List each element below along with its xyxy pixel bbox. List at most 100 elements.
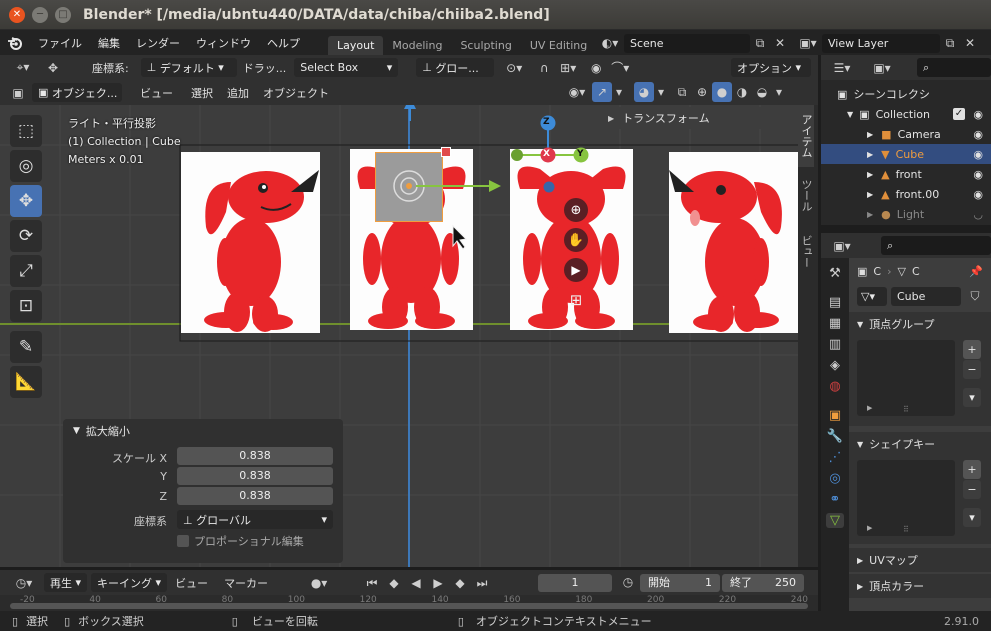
editor-type-icon[interactable]: ▣ (8, 83, 28, 103)
add-vertex-group-button[interactable]: + (963, 340, 981, 359)
snap-grid-icon[interactable]: ⊞▾ (554, 58, 582, 78)
current-frame-field[interactable]: 1 (538, 574, 612, 592)
outliner-item-front[interactable]: ▶ ▲ front ◉ (821, 164, 991, 184)
navigation-gizmo[interactable] (505, 113, 605, 205)
eye-icon[interactable]: ◉ (973, 188, 983, 201)
wireframe-shading-icon[interactable]: ⊕ (692, 82, 712, 102)
move-tool-icon[interactable]: ✥ (40, 58, 66, 78)
view-layer-tab-icon[interactable]: ▥ (829, 337, 841, 352)
world-tab-icon[interactable]: ◍ (829, 379, 840, 394)
tab-tool[interactable]: ツール (798, 167, 814, 223)
outliner-item-cube[interactable]: ▶ ▼ Cube ◉ (821, 144, 991, 164)
uv-maps-header[interactable]: ▶ UVマップ (849, 548, 991, 572)
shape-key-menu-icon[interactable]: ▾ (963, 508, 981, 527)
eye-icon[interactable]: ◉ (973, 108, 983, 121)
eye-icon[interactable]: ◉ (973, 148, 983, 161)
view-layer-copy-icon[interactable]: ⧉ (940, 33, 960, 53)
eye-icon[interactable]: ◉ (973, 168, 983, 181)
properties-search[interactable]: ⌕ (881, 236, 991, 255)
menu-object[interactable]: オブジェクト (263, 85, 329, 101)
proportional-checkbox[interactable] (177, 535, 189, 547)
constraints-tab-icon[interactable]: ⚭ (830, 492, 841, 507)
mesh-name-field[interactable]: Cube (891, 286, 961, 306)
fake-user-icon[interactable]: ⛉ (965, 286, 985, 306)
pan-view-icon[interactable]: ✋ (564, 228, 588, 252)
falloff-icon[interactable]: ⌒▾ (606, 58, 634, 78)
physics-tab-icon[interactable]: ◎ (829, 471, 840, 486)
overlay-toggle-icon[interactable]: ◕ (634, 82, 654, 102)
tab-layout[interactable]: Layout (328, 36, 384, 55)
image-plane-side-right[interactable] (669, 152, 798, 333)
annotate-tool-icon[interactable]: ✎ (10, 331, 42, 363)
eye-icon[interactable]: ◉ (973, 128, 983, 141)
gizmo-dropdown-icon[interactable]: ▾ (612, 82, 626, 102)
transform-gizmo[interactable] (385, 164, 505, 214)
modifier-tab-icon[interactable]: 🔧 (827, 429, 843, 444)
image-plane-side-left[interactable] (181, 152, 320, 333)
zoom-view-icon[interactable]: ⊕ (564, 198, 588, 222)
particles-tab-icon[interactable]: ⋰ (829, 450, 842, 465)
gizmo-toggle-icon[interactable]: ↗ (592, 82, 612, 102)
xray-icon[interactable]: ⧉ (672, 82, 692, 102)
next-keyframe-icon[interactable]: ◆ (450, 573, 470, 593)
tab-item[interactable]: アイテム (798, 105, 814, 167)
tab-sculpting[interactable]: Sculpting (451, 36, 520, 55)
select-tool-icon[interactable]: ⬚ (10, 115, 42, 147)
rotate-tool-icon[interactable]: ⟳ (10, 220, 42, 252)
scale-z-field[interactable]: 0.838 (177, 487, 333, 505)
scene-collection-row[interactable]: ▣ シーンコレクシ (821, 84, 991, 104)
autokey-icon[interactable]: ●▾ (304, 573, 334, 593)
jump-start-icon[interactable]: ⏮ (362, 573, 382, 593)
view-layer-field[interactable]: View Layer (822, 33, 940, 53)
timeline-area[interactable]: -20 40 60 80 100 120 140 160 180 200 220 240 (0, 595, 818, 611)
prev-keyframe-icon[interactable]: ◆ (384, 573, 404, 593)
scale-box-handle[interactable] (441, 147, 451, 157)
scene-field[interactable]: Scene (624, 33, 750, 53)
window-maximize-button[interactable]: □ (55, 6, 71, 23)
transform-tool-icon[interactable]: ⌖▾ (6, 58, 40, 78)
display-mode-icon[interactable]: ▣▾ (867, 58, 897, 78)
eye-closed-icon[interactable]: ◡ (973, 208, 983, 221)
playback-dropdown[interactable]: 再生 ▾ (44, 573, 88, 592)
menu-add[interactable]: 追加 (227, 85, 249, 101)
vertex-groups-header[interactable]: ▼ 頂点グループ (849, 312, 991, 336)
tab-view[interactable]: ビュー (798, 223, 814, 279)
add-shape-key-button[interactable]: + (963, 460, 981, 479)
end-frame-field[interactable]: 終了 250 (722, 574, 804, 592)
data-tab-icon[interactable]: ▽ (826, 513, 844, 528)
camera-view-icon[interactable]: ▶ (564, 258, 588, 282)
jump-end-icon[interactable]: ⏭ (472, 573, 492, 593)
visibility-icon[interactable]: ◉▾ (562, 82, 592, 102)
pin-icon[interactable]: 📌 (969, 265, 983, 278)
scale-y-field[interactable]: 0.838 (177, 467, 333, 485)
material-shading-icon[interactable]: ◑ (732, 82, 752, 102)
start-frame-field[interactable]: 開始 1 (640, 574, 720, 592)
options-dropdown[interactable]: オプション ▾ (731, 58, 811, 77)
ortho-toggle-icon[interactable]: ⊞ (564, 288, 588, 312)
proportional-icon[interactable]: ◉ (586, 58, 606, 78)
measure-tool-icon[interactable]: 📐 (10, 366, 42, 398)
shape-keys-header[interactable]: ▼ シェイプキー (849, 432, 991, 456)
move-tool-icon[interactable]: ✥ (10, 185, 42, 217)
tab-uv-editing[interactable]: UV Editing (521, 36, 596, 55)
vertex-group-menu-icon[interactable]: ▾ (963, 388, 981, 407)
menu-select[interactable]: 選択 (191, 85, 213, 101)
vertex-colors-header[interactable]: ▶ 頂点カラー (849, 574, 991, 598)
timeline-marker-menu[interactable]: マーカー (224, 575, 268, 591)
z-arrow-icon[interactable] (403, 105, 417, 121)
cursor-tool-icon[interactable]: ◎ (10, 150, 42, 182)
menu-file[interactable]: ファイル (30, 35, 90, 51)
pivot-icon[interactable]: ⊙▾ (500, 58, 528, 78)
operator-coord-dropdown[interactable]: ⊥ グローバル ▾ (177, 510, 333, 529)
overlay-dropdown-icon[interactable]: ▾ (654, 82, 668, 102)
timeline-editor-icon[interactable]: ◷▾ (8, 573, 40, 593)
scene-close-icon[interactable]: ✕ (770, 33, 790, 53)
menu-render[interactable]: レンダー (128, 35, 188, 51)
play-icon[interactable]: ▶ (428, 573, 448, 593)
outliner-item-light[interactable]: ▶ ● Light ◡ (821, 204, 991, 224)
view-layer-type-icon[interactable]: ▣▾ (794, 33, 822, 53)
blender-logo-icon[interactable] (0, 36, 30, 50)
output-tab-icon[interactable]: ▦ (829, 316, 841, 331)
mode-dropdown[interactable]: ▣ オブジェク... (32, 83, 122, 102)
remove-shape-key-button[interactable]: − (963, 480, 981, 499)
